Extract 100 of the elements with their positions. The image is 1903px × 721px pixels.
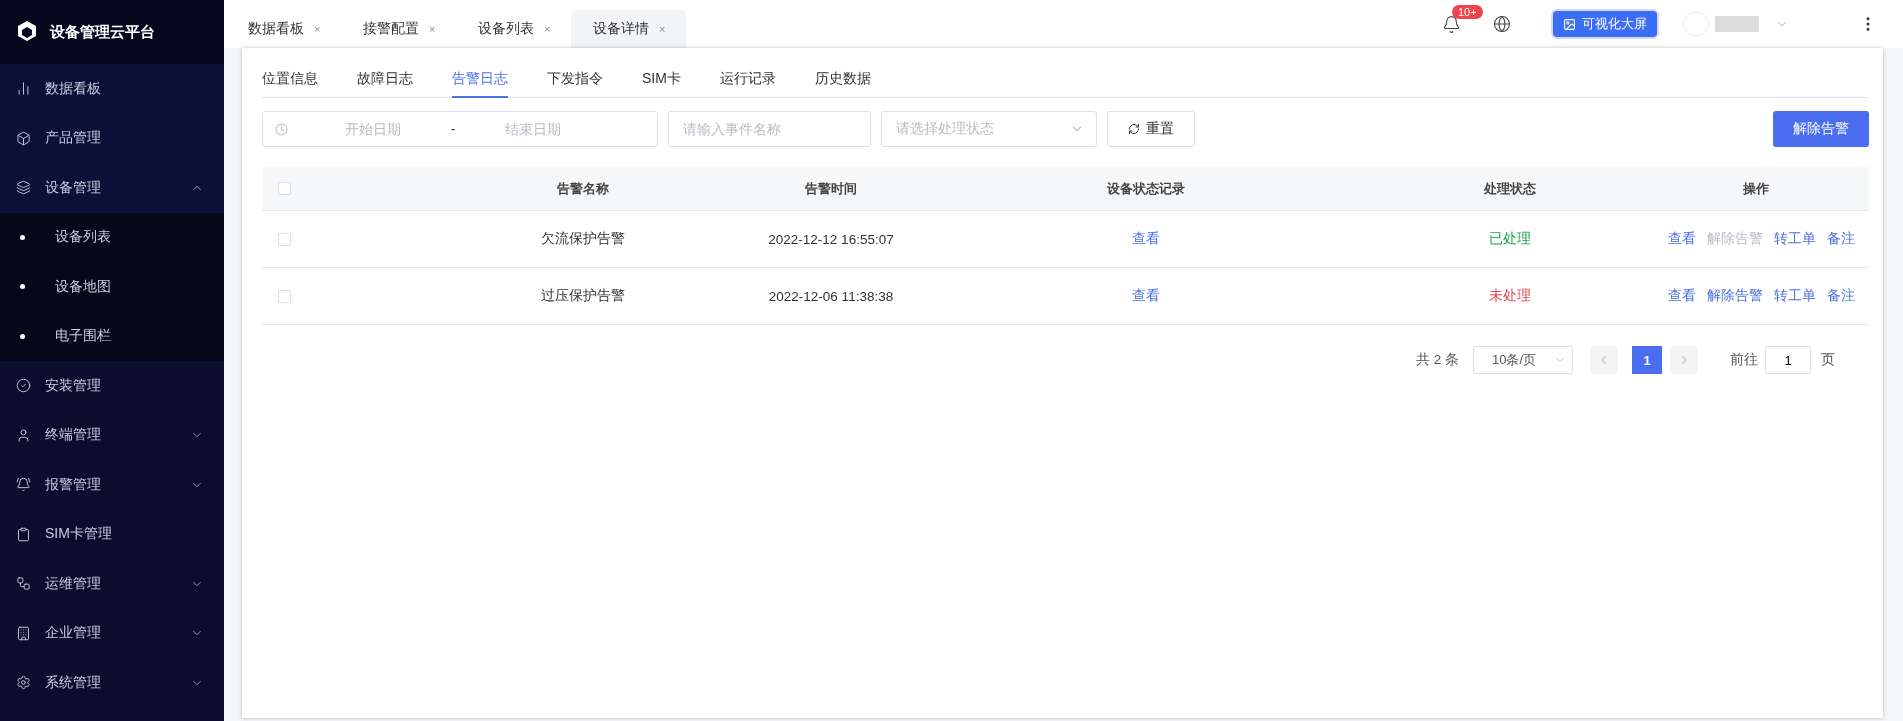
action-link[interactable]: 解除告警 [1706, 287, 1763, 305]
menu-item[interactable]: 运维管理 [0, 559, 224, 609]
menu-item[interactable]: 设备管理 [0, 163, 224, 213]
menu-item[interactable]: 终端管理 [0, 410, 224, 460]
bullet-icon [20, 333, 25, 339]
menu-label: 报警管理 [45, 475, 102, 494]
menu-label: 安装管理 [45, 376, 102, 395]
table-cell: 过压保护告警 [541, 287, 625, 305]
tab-label: 设备列表 [478, 20, 534, 38]
table-cell: 欠流保护告警 [541, 230, 625, 248]
clock-icon [275, 122, 288, 136]
column-header: 设备状态记录 [1107, 179, 1185, 198]
column-header: 处理状态 [1484, 179, 1536, 198]
range-separator: - [449, 121, 457, 137]
page-size-select[interactable]: 10条/页 [1473, 346, 1573, 374]
layers-icon [16, 180, 31, 196]
page-input[interactable]: 1 [1765, 346, 1811, 374]
checkbox[interactable] [278, 232, 291, 246]
menu-item[interactable]: 系统管理 [0, 658, 224, 708]
menu-label: 电子围栏 [55, 327, 112, 346]
detail-tab[interactable]: 告警日志 [452, 62, 508, 98]
reset-button[interactable]: 重置 [1107, 111, 1195, 147]
detail-tab[interactable]: 运行记录 [719, 62, 776, 98]
detail-tab[interactable]: 故障日志 [357, 62, 413, 98]
menu-label: 设备地图 [55, 277, 112, 296]
tab-label: 接警配置 [363, 20, 419, 38]
menu-item[interactable]: SIM卡管理 [0, 509, 224, 559]
page-tab[interactable]: 设备详情 × [571, 10, 686, 48]
notification-badge: 10+ [1452, 4, 1483, 19]
checkbox[interactable] [278, 289, 291, 303]
bullet-icon [20, 284, 25, 290]
detail-tab[interactable]: 下发指令 [547, 62, 603, 98]
menu-label: 终端管理 [45, 426, 102, 445]
column-header: 告警名称 [557, 179, 609, 198]
action-link[interactable]: 转工单 [1773, 230, 1816, 248]
view-link[interactable]: 查看 [1132, 287, 1160, 305]
prev-page-button[interactable] [1590, 346, 1618, 374]
blurred-username [1715, 16, 1759, 32]
status-text: 已处理 [1489, 230, 1531, 248]
total-count: 共 2 条 [1416, 351, 1459, 369]
image-icon [1563, 17, 1576, 31]
column-header: 操作 [1743, 179, 1769, 198]
clear-alarm-button[interactable]: 解除告警 [1773, 111, 1869, 147]
page-unit: 页 [1821, 351, 1835, 369]
submenu-item[interactable]: 设备地图 [0, 262, 224, 312]
submenu-item[interactable]: 设备列表 [0, 212, 224, 262]
action-link[interactable]: 备注 [1826, 287, 1855, 305]
status-text: 未处理 [1489, 287, 1531, 305]
detail-tab[interactable]: 位置信息 [262, 62, 318, 98]
menu-item[interactable]: 产品管理 [0, 113, 224, 163]
submenu-item[interactable]: 电子围栏 [0, 311, 224, 361]
bar-chart-icon [16, 81, 31, 97]
globe-icon[interactable] [1493, 15, 1511, 33]
menu-label: 企业管理 [45, 624, 102, 643]
bullet-icon [20, 234, 25, 240]
menu-item[interactable]: 数据看板 [0, 64, 224, 114]
user-icon [16, 427, 31, 443]
dashboard-button[interactable]: 可视化大屏 [1551, 9, 1659, 39]
circle-check-icon [16, 378, 31, 394]
menu-label: 产品管理 [45, 129, 102, 148]
clipboard-icon [16, 526, 31, 542]
building-icon [16, 625, 31, 641]
date-range-field[interactable]: 开始日期 - 结束日期 [262, 111, 658, 147]
action-link[interactable]: 查看 [1667, 230, 1696, 248]
refresh-icon [1128, 123, 1140, 135]
detail-tab[interactable]: 历史数据 [814, 62, 871, 98]
menu-item[interactable]: 报警管理 [0, 460, 224, 510]
action-link[interactable]: 查看 [1667, 287, 1696, 305]
view-link[interactable]: 查看 [1132, 230, 1160, 248]
page-tab[interactable]: 数据看板 × [226, 10, 341, 48]
page-tab[interactable]: 接警配置 × [341, 10, 456, 48]
menu-label: SIM卡管理 [45, 525, 113, 544]
menu-label: 系统管理 [45, 673, 102, 692]
menu-item[interactable]: 企业管理 [0, 608, 224, 658]
detail-tab[interactable]: SIM卡 [642, 62, 681, 98]
action-link[interactable]: 转工单 [1773, 287, 1816, 305]
table-cell: 2022-12-12 16:55:07 [768, 231, 894, 247]
menu-item[interactable]: 安装管理 [0, 361, 224, 411]
checkbox[interactable] [278, 182, 291, 195]
settings-icon [16, 675, 31, 691]
page-tab[interactable]: 设备列表 × [456, 10, 571, 48]
close-icon[interactable]: × [544, 23, 551, 35]
bell-icon[interactable] [1442, 14, 1461, 34]
close-icon[interactable]: × [314, 23, 321, 35]
menu-label: 设备管理 [45, 178, 102, 197]
flow-icon [16, 576, 31, 592]
menu-label: 运维管理 [45, 574, 102, 593]
bell-icon [16, 477, 31, 493]
column-header: 告警时间 [805, 179, 857, 198]
goto-label: 前往 [1730, 351, 1758, 369]
menu-label: 设备列表 [55, 228, 112, 247]
table-cell: 2022-12-06 11:38:38 [768, 288, 894, 304]
action-link[interactable]: 备注 [1826, 230, 1855, 248]
tab-label: 设备详情 [593, 20, 649, 38]
page-number[interactable]: 1 [1632, 346, 1662, 374]
close-icon[interactable]: × [429, 23, 436, 35]
event-name-field[interactable]: 请输入事件名称 [668, 111, 871, 147]
next-page-button[interactable] [1670, 346, 1698, 374]
platform-title: 设备管理云平台 [50, 22, 155, 42]
tab-label: 数据看板 [248, 20, 304, 38]
